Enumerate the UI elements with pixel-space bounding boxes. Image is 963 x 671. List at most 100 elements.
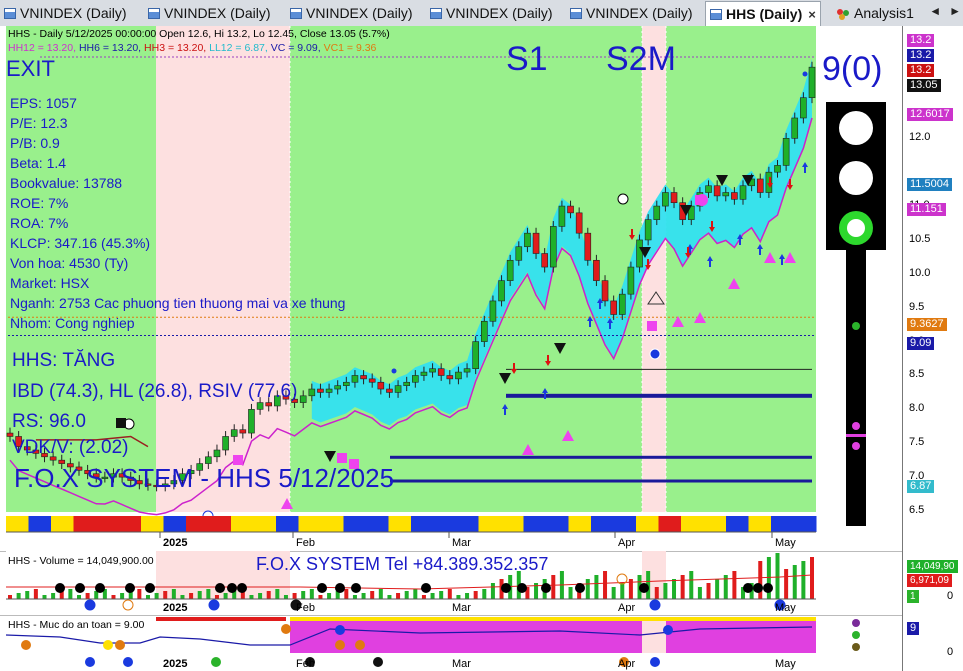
strip-segment (433, 516, 457, 532)
candle-body (722, 192, 730, 197)
volume-bar (16, 593, 21, 599)
volume-bar (378, 589, 383, 599)
volume-bar (370, 591, 375, 599)
tab-vnindex-5[interactable]: VNINDEX (Daily) (570, 2, 693, 24)
safety-dot-icon (355, 640, 365, 650)
fundamental-item: ROA: 7% (10, 215, 69, 231)
price-tick-label: 7.5 (909, 436, 925, 449)
traffic-light-lamp-top (839, 111, 873, 145)
candle-body (265, 402, 273, 407)
volume-bar (266, 591, 271, 599)
volume-dot-icon (743, 583, 753, 593)
tab-analysis[interactable]: Analysis1 (836, 2, 914, 24)
tab-label: VNINDEX (Daily) (586, 5, 693, 21)
strip-segment (456, 516, 479, 532)
candle-body (670, 192, 678, 203)
strip-segment (276, 516, 299, 532)
tab-scroll-left-icon[interactable]: ◄ (929, 4, 941, 18)
tab-vnindex-2[interactable]: VNINDEX (Daily) (148, 2, 271, 24)
volume-dot-icon (237, 583, 247, 593)
volume-bar (163, 591, 168, 599)
s1-label: S1 (506, 40, 548, 78)
candle-body (472, 341, 479, 370)
tab-vnindex-1[interactable]: VNINDEX (Daily) (4, 2, 127, 24)
volume-dot-icon (317, 583, 327, 593)
price-tick-label: 9.5 (909, 300, 925, 313)
strip-segment (748, 516, 772, 532)
strip-segment (141, 516, 164, 532)
volume-dot-icon (351, 583, 361, 593)
volume-marker-box: 1 (907, 590, 919, 603)
volume-bar (318, 595, 323, 599)
volume-bar (404, 591, 409, 599)
support-band (390, 455, 812, 459)
volume-dot-icon (75, 583, 85, 593)
month-label: Feb (296, 602, 315, 614)
volume-dot-icon (575, 583, 585, 593)
chart-tab-icon (710, 8, 722, 20)
fundamental-item: Nhom: Cong nghiep (10, 315, 135, 331)
volume-bar (292, 593, 297, 599)
candle-body (731, 192, 738, 200)
volume-bar (775, 553, 780, 599)
volume-bar (25, 591, 30, 599)
chart-tab-icon (570, 7, 582, 19)
tab-scroll-right-icon[interactable]: ► (949, 4, 961, 18)
candle-body (636, 239, 643, 268)
ibd-label: IBD (74.3), HL (26.8), RSIV (77.6) (12, 381, 298, 402)
volume-dot-icon (335, 583, 345, 593)
tab-label: HHS (Daily) (726, 6, 803, 22)
volume-dot-icon (763, 583, 773, 593)
volume-bar (223, 593, 228, 599)
safety-dot-icon (663, 625, 673, 635)
volume-bar (344, 589, 349, 599)
strip-segment (478, 516, 502, 532)
volume-bar (758, 561, 763, 599)
tab-vnindex-3[interactable]: VNINDEX (Daily) (290, 2, 413, 24)
volume-bar (42, 595, 47, 599)
tab-hhs-active[interactable]: HHS (Daily) × (705, 1, 821, 26)
volume-signal-icon (649, 599, 661, 611)
candle-body (429, 368, 436, 373)
safety-dot-icon (335, 640, 345, 650)
chart-tab-icon (290, 7, 302, 19)
fundamental-item: Beta: 1.4 (10, 155, 67, 171)
candle-body (446, 375, 454, 380)
safety-dot-icon (115, 640, 125, 650)
strip-segment (771, 516, 794, 532)
traffic-light-pole (846, 250, 866, 526)
tab-label: VNINDEX (Daily) (20, 5, 127, 21)
month-label: Feb (296, 537, 315, 549)
strip-segment (118, 516, 142, 532)
price-tick-label: 12.0 (909, 131, 931, 144)
tab-vnindex-4[interactable]: VNINDEX (Daily) (430, 2, 553, 24)
candle-body (644, 219, 652, 241)
volume-bar (258, 593, 263, 599)
volume-bar (171, 589, 176, 599)
volume-dot-icon (421, 583, 431, 593)
strip-segment (793, 516, 817, 532)
price-tick-label: 10.5 (909, 232, 931, 245)
strip-segment (636, 516, 659, 532)
fundamental-item: ROE: 7% (10, 195, 69, 211)
strip-segment (681, 516, 704, 532)
dot-icon (391, 368, 397, 374)
safety-signal-icon (85, 657, 95, 667)
volume-bar (421, 595, 426, 599)
vc1-value: VC1 = 9.36 (323, 42, 377, 54)
volume-bar (214, 595, 219, 599)
candle-body (386, 388, 393, 393)
candle-body (481, 320, 488, 342)
candle-body (498, 280, 505, 302)
strip-segment (96, 516, 119, 532)
tab-bar: VNINDEX (Daily) VNINDEX (Daily) VNINDEX … (0, 0, 963, 27)
fundamental-item: Nganh: 2753 Cac phuong tien thuong mai v… (10, 295, 346, 311)
chart-tab-icon (148, 7, 160, 19)
volume-dot-icon (55, 583, 65, 593)
safety-marker-box: 9 (907, 622, 920, 635)
safety-dot-icon (103, 640, 113, 650)
ll12-value: LL12 = 6.87, (209, 42, 268, 54)
tab-close-icon[interactable]: × (808, 7, 816, 22)
volume-bar (784, 569, 789, 599)
volume-bar (715, 579, 720, 599)
